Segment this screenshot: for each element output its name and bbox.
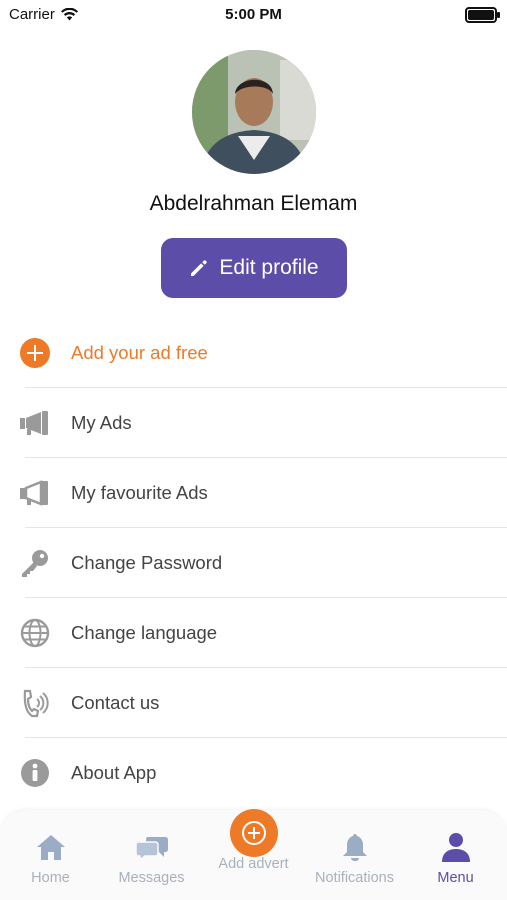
menu-item-favourite-ads[interactable]: My favourite Ads	[0, 458, 507, 528]
plus-icon	[229, 809, 278, 857]
menu-item-label: My favourite Ads	[71, 482, 208, 503]
avatar[interactable]	[192, 50, 316, 174]
globe-icon	[19, 617, 51, 649]
menu-item-label: About App	[71, 762, 157, 783]
key-icon	[19, 547, 51, 579]
profile-photo	[192, 50, 316, 174]
tab-menu[interactable]: Menu	[405, 810, 506, 900]
battery-icon	[465, 7, 500, 23]
menu-item-label: Change language	[71, 622, 218, 643]
add-advert-button[interactable]	[229, 809, 278, 857]
menu-item-change-language[interactable]: Change language	[0, 598, 507, 668]
tab-label: Notifications	[315, 870, 394, 886]
menu-item-label: Change Password	[71, 552, 223, 573]
tab-label: Menu	[437, 870, 474, 886]
menu-item-contact-us[interactable]: Contact us	[0, 668, 507, 738]
home-icon	[36, 830, 66, 864]
profile-name: Abdelrahman Elemam	[149, 192, 358, 215]
tab-notifications[interactable]: Notifications	[304, 810, 405, 900]
menu-item-label: My Ads	[71, 412, 132, 433]
edit-profile-label: Edit profile	[219, 256, 319, 279]
status-bar: Carrier 5:00 PM	[0, 0, 507, 30]
tab-messages[interactable]: Messages	[101, 810, 202, 900]
megaphone-icon	[19, 407, 51, 439]
user-icon	[440, 830, 472, 864]
tab-label: Home	[31, 870, 70, 886]
chat-icon	[134, 830, 169, 864]
pencil-icon	[191, 260, 208, 276]
menu-list: Add your ad free My Ads My favourite Ads	[0, 318, 507, 808]
megaphone-outline-icon	[19, 477, 51, 509]
menu-item-my-ads[interactable]: My Ads	[0, 388, 507, 458]
menu-item-about-app[interactable]: About App	[0, 738, 507, 808]
menu-item-add-ad[interactable]: Add your ad free	[0, 318, 507, 388]
menu-item-label: Add your ad free	[71, 342, 208, 363]
tab-add-advert[interactable]: Add advert	[203, 809, 304, 900]
tab-label: Add advert	[218, 856, 289, 872]
edit-profile-button[interactable]: Edit profile	[161, 238, 347, 298]
tab-home[interactable]: Home	[0, 810, 101, 900]
bell-icon	[342, 830, 368, 864]
status-time: 5:00 PM	[225, 6, 282, 23]
menu-item-label: Contact us	[71, 692, 160, 713]
add-circle-icon	[19, 337, 51, 369]
tab-bar: Home Messages Add advert Notifications M…	[0, 809, 507, 900]
tab-label: Messages	[118, 870, 185, 886]
info-icon	[19, 757, 51, 789]
phone-icon	[19, 687, 51, 719]
menu-item-change-password[interactable]: Change Password	[0, 528, 507, 598]
